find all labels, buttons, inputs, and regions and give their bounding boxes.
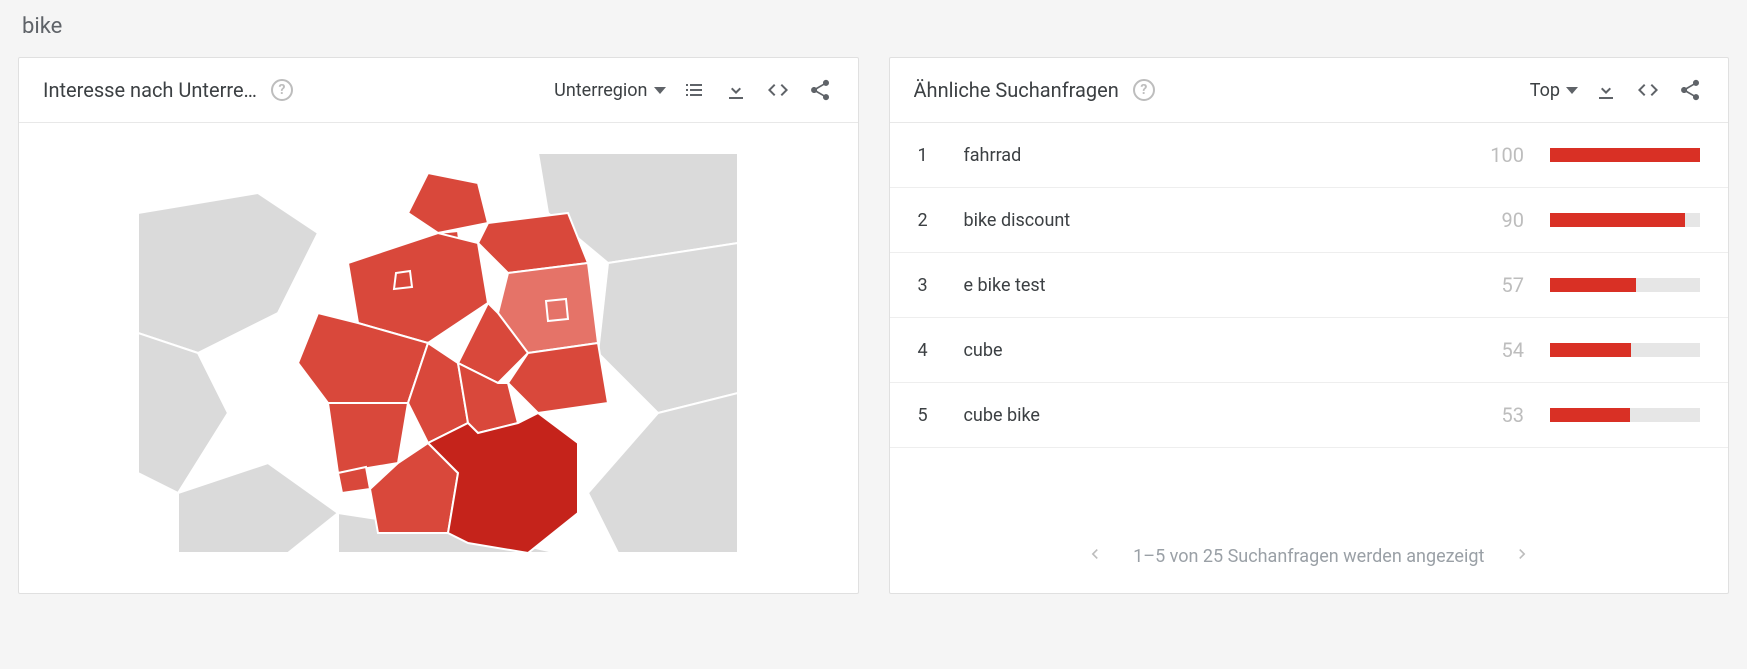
query-row[interactable]: 1 fahrrad 100 [890,123,1729,188]
pager-text: 1–5 von 25 Suchanfragen werden angezeigt [1133,546,1484,567]
pager-prev[interactable] [1085,544,1105,569]
queries-list: 1 fahrrad 100 2 bike discount 90 3 e bike test 5… [890,123,1729,524]
query-value: 90 [1480,208,1524,232]
state-bremen[interactable] [394,271,412,289]
query-bar [1550,148,1700,162]
region-card-header: Interesse nach Unterre… ? Unterregion [19,58,858,123]
queries-sort-label: Top [1530,80,1560,101]
queries-sort-dropdown[interactable]: Top [1530,80,1578,101]
pager-next[interactable] [1512,544,1532,569]
region-level-label: Unterregion [554,80,647,101]
query-bar [1550,213,1700,227]
query-bar [1550,343,1700,357]
search-term: bike [18,10,1729,57]
help-icon[interactable]: ? [1133,79,1155,101]
query-row[interactable]: 2 bike discount 90 [890,188,1729,253]
state-berlin[interactable] [546,299,568,321]
query-value: 53 [1480,403,1524,427]
state-schleswig-holstein[interactable] [408,173,488,233]
share-icon[interactable] [806,76,834,104]
query-term: fahrrad [964,145,1455,166]
query-value: 100 [1480,143,1524,167]
query-rank: 3 [918,275,938,296]
chevron-down-icon [654,87,666,94]
state-rlp[interactable] [328,403,408,473]
region-card-title: Interesse nach Unterre… [43,78,257,102]
query-row[interactable]: 4 cube 54 [890,318,1729,383]
query-bar [1550,278,1700,292]
download-icon[interactable] [722,76,750,104]
region-interest-card: Interesse nach Unterre… ? Unterregion [18,57,859,594]
pager: 1–5 von 25 Suchanfragen werden angezeigt [890,524,1729,593]
state-mecklenburg[interactable] [478,213,588,273]
query-value: 54 [1480,338,1524,362]
help-icon[interactable]: ? [271,79,293,101]
list-view-icon[interactable] [680,76,708,104]
query-bar [1550,408,1700,422]
query-value: 57 [1480,273,1524,297]
query-term: e bike test [964,275,1455,296]
queries-card-header: Ähnliche Suchanfragen ? Top [890,58,1729,123]
embed-icon[interactable] [764,76,792,104]
related-queries-card: Ähnliche Suchanfragen ? Top 1 fahrrad 100 2… [889,57,1730,594]
germany-map[interactable] [138,153,738,553]
region-level-dropdown[interactable]: Unterregion [554,80,665,101]
query-rank: 1 [918,145,938,166]
map-body [19,123,858,593]
share-icon[interactable] [1676,76,1704,104]
query-rank: 4 [918,340,938,361]
chevron-down-icon [1566,87,1578,94]
download-icon[interactable] [1592,76,1620,104]
panels-row: Interesse nach Unterre… ? Unterregion [18,57,1729,594]
query-row[interactable]: 3 e bike test 57 [890,253,1729,318]
query-term: cube [964,340,1455,361]
query-row[interactable]: 5 cube bike 53 [890,383,1729,448]
embed-icon[interactable] [1634,76,1662,104]
query-term: cube bike [964,405,1455,426]
query-rank: 5 [918,405,938,426]
queries-card-title: Ähnliche Suchanfragen [914,78,1119,102]
query-rank: 2 [918,210,938,231]
query-term: bike discount [964,210,1455,231]
